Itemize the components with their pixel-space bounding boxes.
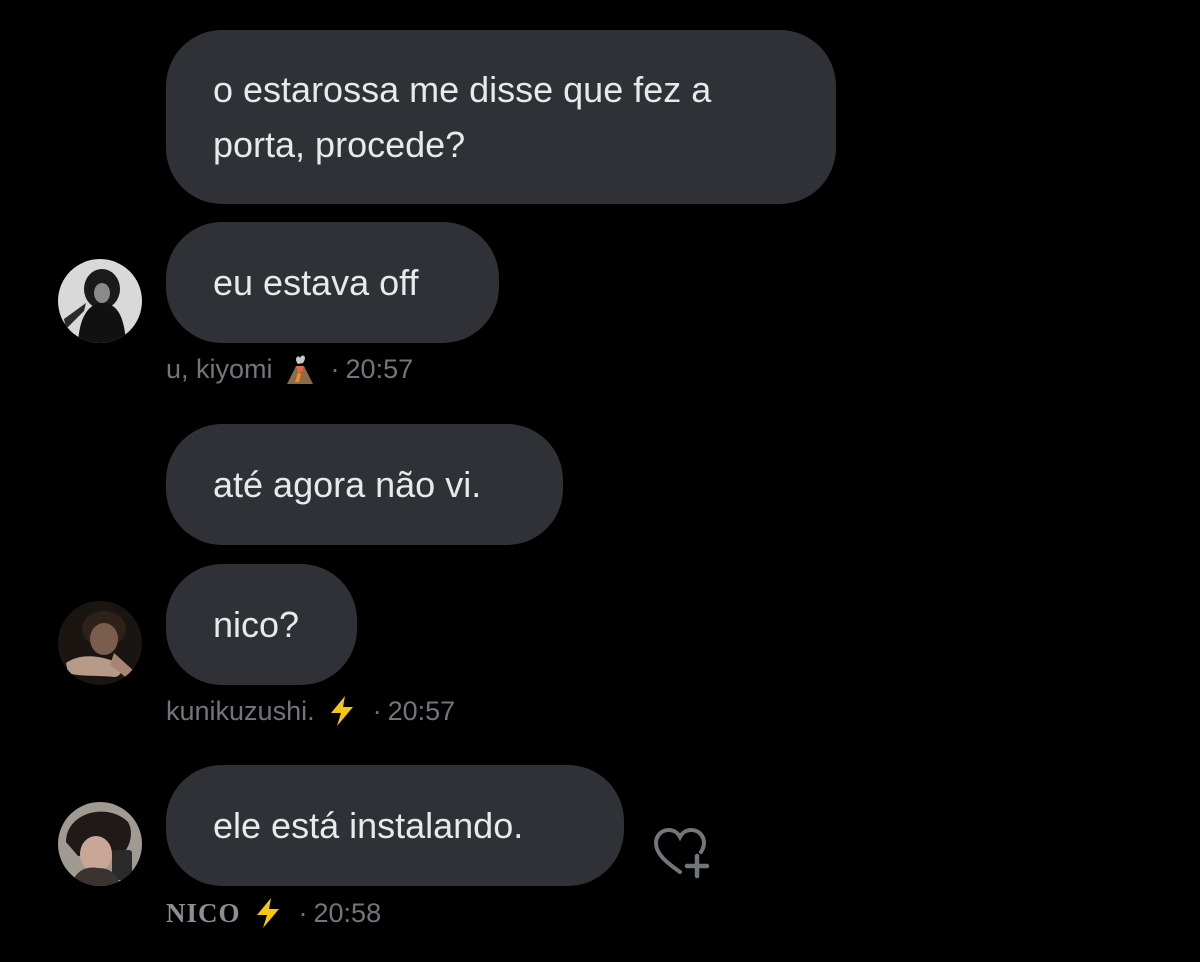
message-meta: NICO · 20:58	[166, 896, 381, 930]
message-bubble[interactable]: até agora não vi.	[166, 424, 563, 545]
avatar[interactable]	[58, 601, 142, 685]
lightning-icon	[256, 898, 279, 928]
message-meta: kunikuzushi. · 20:57	[166, 694, 455, 728]
message-bubble[interactable]: nico?	[166, 564, 357, 685]
avatar-image	[58, 601, 142, 685]
meta-separator: ·	[298, 897, 308, 928]
sender-name[interactable]: kunikuzushi.	[166, 696, 315, 727]
react-button[interactable]	[652, 826, 712, 880]
avatar[interactable]	[58, 802, 142, 886]
sender-name[interactable]: NICO	[166, 898, 241, 929]
avatar-image	[58, 802, 142, 886]
message-text: eu estava off	[213, 262, 419, 303]
meta-separator: ·	[330, 353, 340, 384]
message-text: até agora não vi.	[213, 464, 482, 505]
timestamp: 20:57	[387, 695, 456, 726]
timestamp: 20:57	[345, 353, 414, 384]
meta-separator: ·	[372, 695, 382, 726]
message-text: ele está instalando.	[213, 805, 524, 846]
message-bubble[interactable]: o estarossa me disse que fez a porta, pr…	[166, 30, 836, 204]
volcano-icon	[286, 355, 313, 384]
lightning-icon	[330, 696, 353, 726]
avatar[interactable]	[58, 259, 142, 343]
heart-plus-icon	[653, 827, 710, 879]
message-text: o estarossa me disse que fez a porta, pr…	[213, 69, 712, 165]
message-bubble[interactable]: ele está instalando.	[166, 765, 624, 886]
avatar-image	[58, 259, 142, 343]
message-meta: u, kiyomi · 20:57	[166, 352, 413, 386]
timestamp: 20:58	[313, 897, 382, 928]
message-bubble[interactable]: eu estava off	[166, 222, 499, 343]
sender-name[interactable]: u, kiyomi	[166, 354, 273, 385]
message-text: nico?	[213, 604, 300, 645]
